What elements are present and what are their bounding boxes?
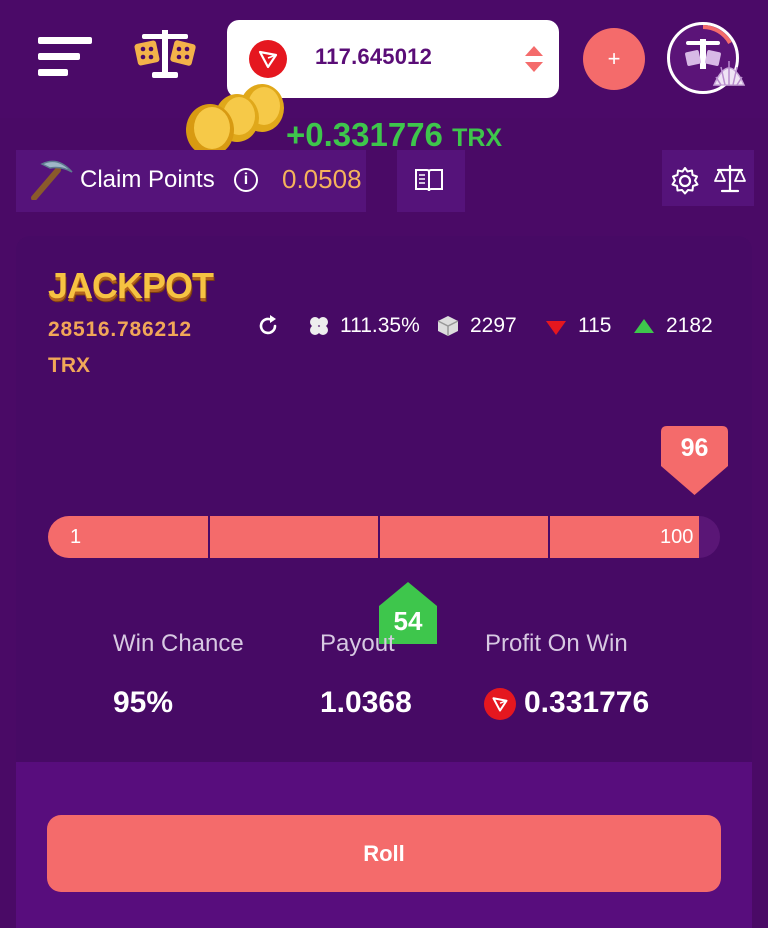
luck-value: 111.35% xyxy=(340,314,420,337)
slider-divider xyxy=(378,516,380,558)
scales-dice-logo-icon[interactable] xyxy=(130,28,200,80)
fairness-scales-icon[interactable] xyxy=(714,164,746,194)
gear-icon[interactable] xyxy=(670,166,700,196)
win-chance-value[interactable]: 95% xyxy=(113,686,173,720)
tron-icon xyxy=(484,688,516,720)
avatar[interactable] xyxy=(667,22,746,94)
payout-value[interactable]: 1.0368 xyxy=(320,686,412,720)
refresh-icon[interactable] xyxy=(256,314,280,338)
jackpot-amount: 28516.786212 xyxy=(48,318,192,341)
arrow-down-icon xyxy=(546,321,566,335)
wins-count: 2182 xyxy=(666,314,713,337)
balance-amount: 117.645012 xyxy=(315,44,433,69)
roll-slider[interactable] xyxy=(48,516,720,558)
info-icon[interactable]: i xyxy=(234,168,258,192)
slider-max-label: 100 xyxy=(660,526,694,548)
target-value: 96 xyxy=(680,434,709,462)
jackpot-title: JACKPOT xyxy=(48,265,214,306)
book-icon xyxy=(415,169,443,192)
claim-points-value: 0.0508 xyxy=(282,164,362,194)
payout-label: Payout xyxy=(320,630,395,657)
slider-divider xyxy=(548,516,550,558)
arrow-up-icon xyxy=(634,319,654,333)
jackpot-unit: TRX xyxy=(48,354,90,377)
bets-count: 2297 xyxy=(470,314,517,337)
shell-badge-icon xyxy=(712,61,746,86)
win-amount: +0.331776 TRX xyxy=(286,116,503,153)
profit-on-win-label: Profit On Win xyxy=(485,630,628,657)
slider-fill xyxy=(48,516,699,558)
currency-switch-icon[interactable] xyxy=(523,44,545,74)
slider-min-label: 1 xyxy=(70,526,82,548)
slider-divider xyxy=(208,516,210,558)
target-handle[interactable]: 96 xyxy=(661,426,728,496)
losses-count: 115 xyxy=(578,314,612,337)
pickaxe-icon xyxy=(31,160,73,200)
profit-value: 0.331776 xyxy=(524,686,650,719)
clover-icon xyxy=(310,317,328,335)
rules-button[interactable] xyxy=(397,150,465,212)
win-chance-label: Win Chance xyxy=(113,630,244,657)
coins-icon xyxy=(186,84,284,156)
roll-button[interactable]: Roll xyxy=(47,815,721,892)
claim-points-button[interactable]: Claim Points i 0.0508 xyxy=(16,150,366,212)
claim-points-label: Claim Points xyxy=(80,166,215,193)
deposit-button[interactable]: + xyxy=(583,28,645,90)
cube-icon xyxy=(437,316,459,336)
tron-icon xyxy=(249,40,287,78)
settings-group xyxy=(662,150,754,206)
menu-icon[interactable] xyxy=(38,37,94,83)
